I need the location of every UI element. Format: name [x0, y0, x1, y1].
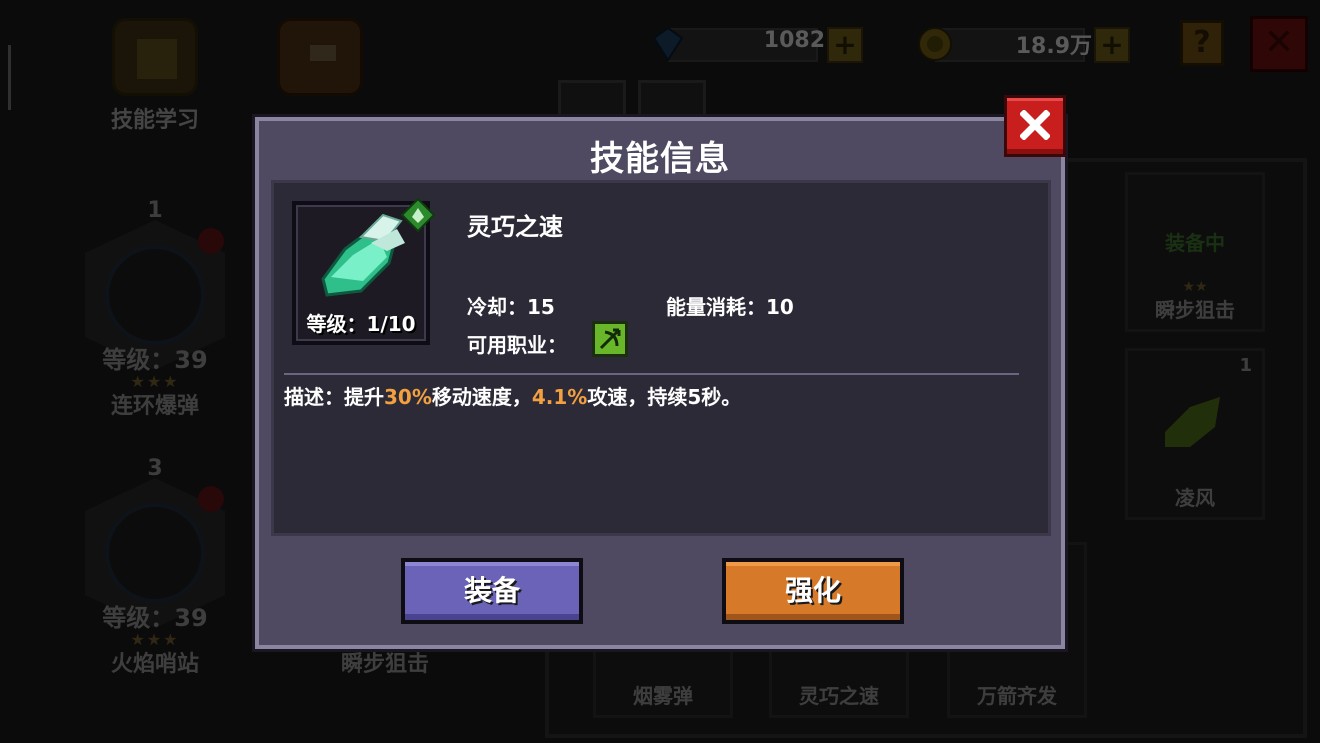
gem-counter: 1082 + — [648, 24, 863, 64]
move-speed-value: 30% — [384, 385, 432, 409]
diamond-icon — [652, 26, 684, 62]
chest-menu[interactable] — [265, 18, 375, 96]
close-dialog-button[interactable] — [1004, 95, 1066, 157]
card-count: 1 — [1239, 355, 1252, 376]
close-screen-button[interactable]: ✕ — [1250, 16, 1308, 72]
skill-name: 瞬步狙击 — [340, 652, 429, 677]
scroll-book-icon — [112, 18, 198, 96]
scroll-indicator — [8, 45, 11, 110]
coin-count: 18.9万 — [1015, 34, 1092, 59]
skill-level: 等级：1/10 — [306, 312, 416, 336]
card-name: 瞬步狙击 — [1155, 298, 1235, 322]
leaf-element-icon — [400, 197, 436, 233]
skill-order: 1 — [147, 198, 163, 223]
notification-dot — [198, 486, 224, 512]
skill-card-blink-snipe[interactable]: 装备中 ★★ 瞬步狙击 — [1125, 172, 1265, 332]
energy-cost-stat: 能量消耗：10 — [666, 295, 794, 319]
card-name: 凌风 — [1175, 486, 1215, 510]
crossbow-turret-icon — [105, 503, 205, 603]
help-button[interactable]: ? — [1180, 20, 1224, 66]
card-stars: ★★ — [1182, 279, 1208, 295]
skill-info-dialog: 技能信息 等级：1/10 灵巧之速 冷却：15 能量消耗：10 可用职业： 描述… — [255, 95, 1066, 649]
skill-node-chain-bomb[interactable]: 1 等级：39 ★★★ 连环爆弹 — [60, 190, 250, 420]
add-coins-button[interactable]: + — [1094, 27, 1130, 63]
skill-learning-menu[interactable]: 技能学习 — [100, 18, 210, 134]
card-name: 万箭齐发 — [977, 684, 1057, 708]
close-icon — [1020, 110, 1050, 140]
cooldown-stat: 冷却：15 — [467, 295, 555, 319]
gem-count: 1082 — [763, 28, 825, 53]
card-name: 烟雾弹 — [633, 684, 693, 708]
equip-button[interactable]: 装备 — [401, 558, 583, 624]
skill-detail-panel: 等级：1/10 灵巧之速 冷却：15 能量消耗：10 可用职业： 描述：提升30… — [271, 180, 1051, 536]
class-label: 可用职业： — [467, 333, 567, 357]
notification-dot — [198, 228, 224, 254]
treasure-chest-icon — [277, 18, 363, 96]
divider — [284, 373, 1019, 375]
skill-level: 等级：39 — [102, 604, 208, 632]
green-boot-icon — [1165, 397, 1220, 447]
skill-level: 等级：39 — [102, 346, 208, 374]
coin-counter: 18.9万 + — [915, 24, 1130, 64]
skill-node-fire-outpost[interactable]: 3 等级：39 ★★★ 火焰哨站 — [60, 448, 250, 688]
tab-water[interactable] — [558, 80, 626, 120]
archer-class-icon — [592, 321, 628, 357]
attack-speed-value: 4.1% — [531, 385, 588, 409]
skill-name: 火焰哨站 — [110, 652, 199, 677]
skill-card-lingfeng[interactable]: 1 凌风 — [1125, 348, 1265, 520]
equipped-label: 装备中 — [1165, 231, 1225, 255]
card-name: 灵巧之速 — [799, 684, 879, 708]
coin-icon — [918, 27, 952, 61]
skill-order: 3 — [147, 456, 163, 481]
fire-bomb-icon — [105, 245, 205, 345]
add-gems-button[interactable]: + — [827, 27, 863, 63]
dialog-title: 技能信息 — [590, 139, 730, 179]
tab-fire[interactable] — [638, 80, 706, 120]
upgrade-button[interactable]: 强化 — [722, 558, 904, 624]
skill-learning-label: 技能学习 — [110, 108, 199, 133]
skill-description: 描述：提升30%移动速度，4.1%攻速，持续5秒。 — [284, 385, 742, 409]
skill-name: 灵巧之速 — [467, 213, 563, 241]
skill-name: 连环爆弹 — [110, 394, 199, 419]
